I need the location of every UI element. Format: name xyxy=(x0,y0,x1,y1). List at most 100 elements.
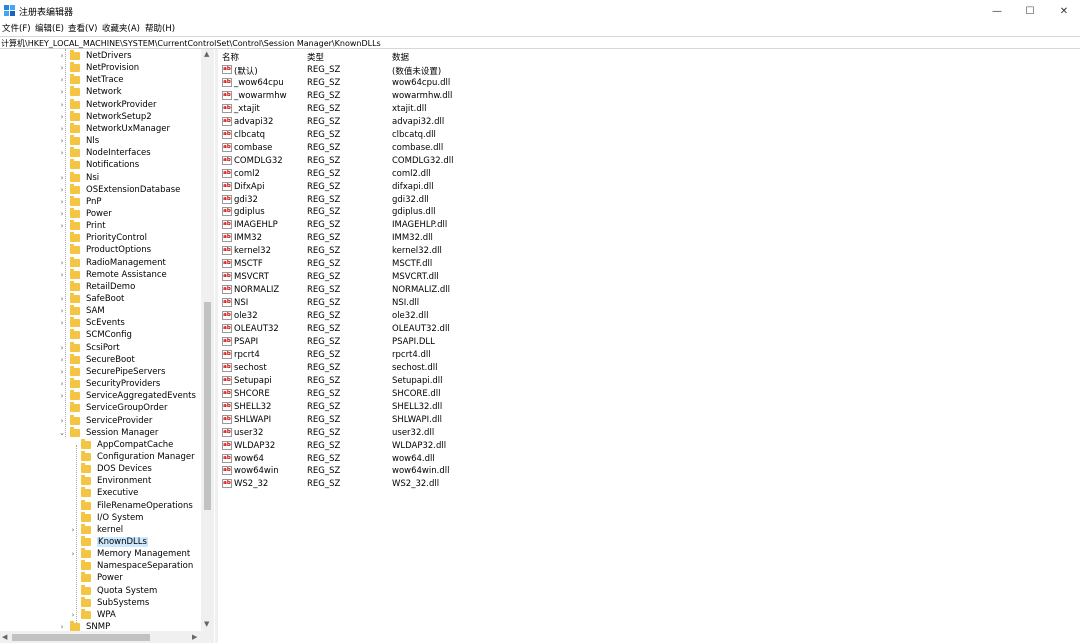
value-row[interactable]: ab ole32 REG_SZ ole32.dll xyxy=(219,310,819,323)
menu-favorites[interactable]: 收藏夹(A) xyxy=(102,22,140,34)
tree-item[interactable]: › ScEvents xyxy=(58,317,125,329)
chevron-right-icon[interactable]: › xyxy=(58,76,66,84)
tree-item[interactable]: › ScsiPort xyxy=(58,341,120,354)
chevron-right-icon[interactable]: › xyxy=(58,88,66,96)
value-row[interactable]: ab gdi32 REG_SZ gdi32.dll xyxy=(219,194,819,207)
tree-item[interactable]: › NetworkProvider xyxy=(58,98,157,111)
tree-item[interactable]: ServiceGroupOrder xyxy=(58,402,167,414)
tree-item[interactable]: › SAM xyxy=(58,305,105,317)
value-row[interactable]: ab COMDLG32 REG_SZ COMDLG32.dll xyxy=(219,155,819,168)
chevron-right-icon[interactable]: › xyxy=(58,295,66,303)
tree-item[interactable]: FileRenameOperations xyxy=(69,499,193,512)
chevron-right-icon[interactable]: › xyxy=(58,259,66,267)
chevron-right-icon[interactable]: › xyxy=(58,64,66,72)
value-row[interactable]: ab SHELL32 REG_SZ SHELL32.dll xyxy=(219,401,819,414)
value-row[interactable]: ab wow64win REG_SZ wow64win.dll xyxy=(219,465,819,478)
pane-splitter[interactable] xyxy=(215,49,218,643)
chevron-right-icon[interactable]: › xyxy=(58,307,66,315)
value-row[interactable]: ab PSAPI REG_SZ PSAPI.DLL xyxy=(219,336,819,349)
tree-item[interactable]: › kernel xyxy=(69,523,123,536)
value-row[interactable]: ab _wowarmhw REG_SZ wowarmhw.dll xyxy=(219,90,819,103)
tree-item[interactable]: Environment xyxy=(69,475,151,487)
tree-item[interactable]: › ServiceProvider xyxy=(58,414,152,427)
value-row[interactable]: ab (默认) REG_SZ (数值未设置) xyxy=(219,64,819,77)
chevron-right-icon[interactable]: › xyxy=(58,210,66,218)
chevron-right-icon[interactable]: › xyxy=(69,550,77,558)
tree-item[interactable]: › RadioManagement xyxy=(58,256,166,269)
chevron-down-icon[interactable]: ⌄ xyxy=(58,429,66,437)
tree-item[interactable]: › WPA xyxy=(69,608,116,621)
value-row[interactable]: ab _xtajit REG_SZ xtajit.dll xyxy=(219,103,819,116)
value-row[interactable]: ab Setupapi REG_SZ Setupapi.dll xyxy=(219,375,819,388)
scroll-right-icon[interactable]: ▶ xyxy=(192,633,197,641)
column-header-data[interactable]: 数据 xyxy=(392,51,409,63)
tree-item[interactable]: › Memory Management xyxy=(69,548,190,560)
value-row[interactable]: ab gdiplus REG_SZ gdiplus.dll xyxy=(219,206,819,219)
chevron-right-icon[interactable]: › xyxy=(58,417,66,425)
value-row[interactable]: ab DifxApi REG_SZ difxapi.dll xyxy=(219,181,819,194)
tree-item[interactable]: › SafeBoot xyxy=(58,293,124,305)
chevron-right-icon[interactable]: › xyxy=(69,611,77,619)
tree-item[interactable]: › NetworkUxManager xyxy=(58,122,170,135)
tree-item[interactable]: Configuration Manager xyxy=(69,450,195,463)
chevron-right-icon[interactable]: › xyxy=(58,125,66,133)
tree-horizontal-scrollbar[interactable]: ◀ ▶ xyxy=(0,631,214,643)
tree-hscroll-thumb[interactable] xyxy=(12,634,150,641)
tree-item[interactable]: DOS Devices xyxy=(69,463,152,475)
tree-item[interactable]: PriorityControl xyxy=(58,232,147,244)
menu-file[interactable]: 文件(F) xyxy=(2,22,31,34)
tree-item[interactable]: › NetProvision xyxy=(58,62,139,74)
value-row[interactable]: ab sechost REG_SZ sechost.dll xyxy=(219,362,819,375)
menu-help[interactable]: 帮助(H) xyxy=(145,22,175,34)
tree-item[interactable]: Quota System xyxy=(69,584,157,597)
close-button[interactable]: ✕ xyxy=(1057,4,1071,18)
tree-item[interactable]: › Nsi xyxy=(58,171,99,184)
chevron-right-icon[interactable]: › xyxy=(58,344,66,352)
chevron-right-icon[interactable]: › xyxy=(58,113,66,121)
tree-scroll-thumb[interactable] xyxy=(204,302,211,510)
chevron-right-icon[interactable]: › xyxy=(58,368,66,376)
chevron-right-icon[interactable]: › xyxy=(58,198,66,206)
tree-item[interactable]: › Print xyxy=(58,220,106,232)
tree-item[interactable]: › NetworkSetup2 xyxy=(58,110,152,123)
chevron-right-icon[interactable]: › xyxy=(58,380,66,388)
tree-item[interactable]: Executive xyxy=(69,487,138,499)
value-row[interactable]: ab IMAGEHLP REG_SZ IMAGEHLP.dll xyxy=(219,219,819,232)
tree-item[interactable]: ProductOptions xyxy=(58,244,151,256)
chevron-right-icon[interactable]: › xyxy=(58,52,66,60)
value-row[interactable]: ab NSI REG_SZ NSI.dll xyxy=(219,297,819,310)
tree-item[interactable]: › NetDrivers xyxy=(58,50,132,62)
key-tree[interactable]: › NetDrivers › NetProvision › NetTrace › Networ… xyxy=(0,49,214,631)
address-path[interactable]: 计算机\HKEY_LOCAL_MACHINE\SYSTEM\CurrentCon… xyxy=(1,38,381,49)
value-row[interactable]: ab MSCTF REG_SZ MSCTF.dll xyxy=(219,258,819,271)
tree-item[interactable]: I/O System xyxy=(69,511,143,524)
tree-item[interactable]: › NetTrace xyxy=(58,74,123,86)
scroll-down-icon[interactable]: ▼ xyxy=(204,620,209,628)
tree-item[interactable]: ⌄ Session Manager xyxy=(58,426,158,439)
chevron-right-icon[interactable]: › xyxy=(58,356,66,364)
value-row[interactable]: ab OLEAUT32 REG_SZ OLEAUT32.dll xyxy=(219,323,819,336)
tree-item[interactable]: › Nls xyxy=(58,135,99,147)
tree-item[interactable]: KnownDLLs xyxy=(69,536,148,548)
chevron-right-icon[interactable]: › xyxy=(58,137,66,145)
tree-item[interactable]: › OSExtensionDatabase xyxy=(58,183,180,196)
tree-item[interactable]: Power xyxy=(69,572,123,584)
value-row[interactable]: ab wow64 REG_SZ wow64.dll xyxy=(219,453,819,466)
value-row[interactable]: ab user32 REG_SZ user32.dll xyxy=(219,427,819,440)
tree-item[interactable]: SCMConfig xyxy=(58,329,132,341)
minimize-button[interactable]: — xyxy=(990,4,1004,18)
chevron-right-icon[interactable]: › xyxy=(58,149,66,157)
value-row[interactable]: ab SHCORE REG_SZ SHCORE.dll xyxy=(219,388,819,401)
tree-item[interactable]: AppCompatCache xyxy=(69,438,173,451)
tree-item[interactable]: › SecurePipeServers xyxy=(58,365,165,378)
tree-item[interactable]: › PnP xyxy=(58,195,102,208)
value-row[interactable]: ab WLDAP32 REG_SZ WLDAP32.dll xyxy=(219,440,819,453)
column-header-name[interactable]: 名称 xyxy=(222,51,239,63)
chevron-right-icon[interactable]: › xyxy=(58,623,66,631)
scroll-up-icon[interactable]: ▲ xyxy=(204,50,209,58)
value-row[interactable]: ab _wow64cpu REG_SZ wow64cpu.dll xyxy=(219,77,819,90)
tree-item[interactable]: Notifications xyxy=(58,159,139,171)
value-row[interactable]: ab advapi32 REG_SZ advapi32.dll xyxy=(219,116,819,129)
chevron-right-icon[interactable]: › xyxy=(58,186,66,194)
tree-item[interactable]: › Network xyxy=(58,86,122,98)
